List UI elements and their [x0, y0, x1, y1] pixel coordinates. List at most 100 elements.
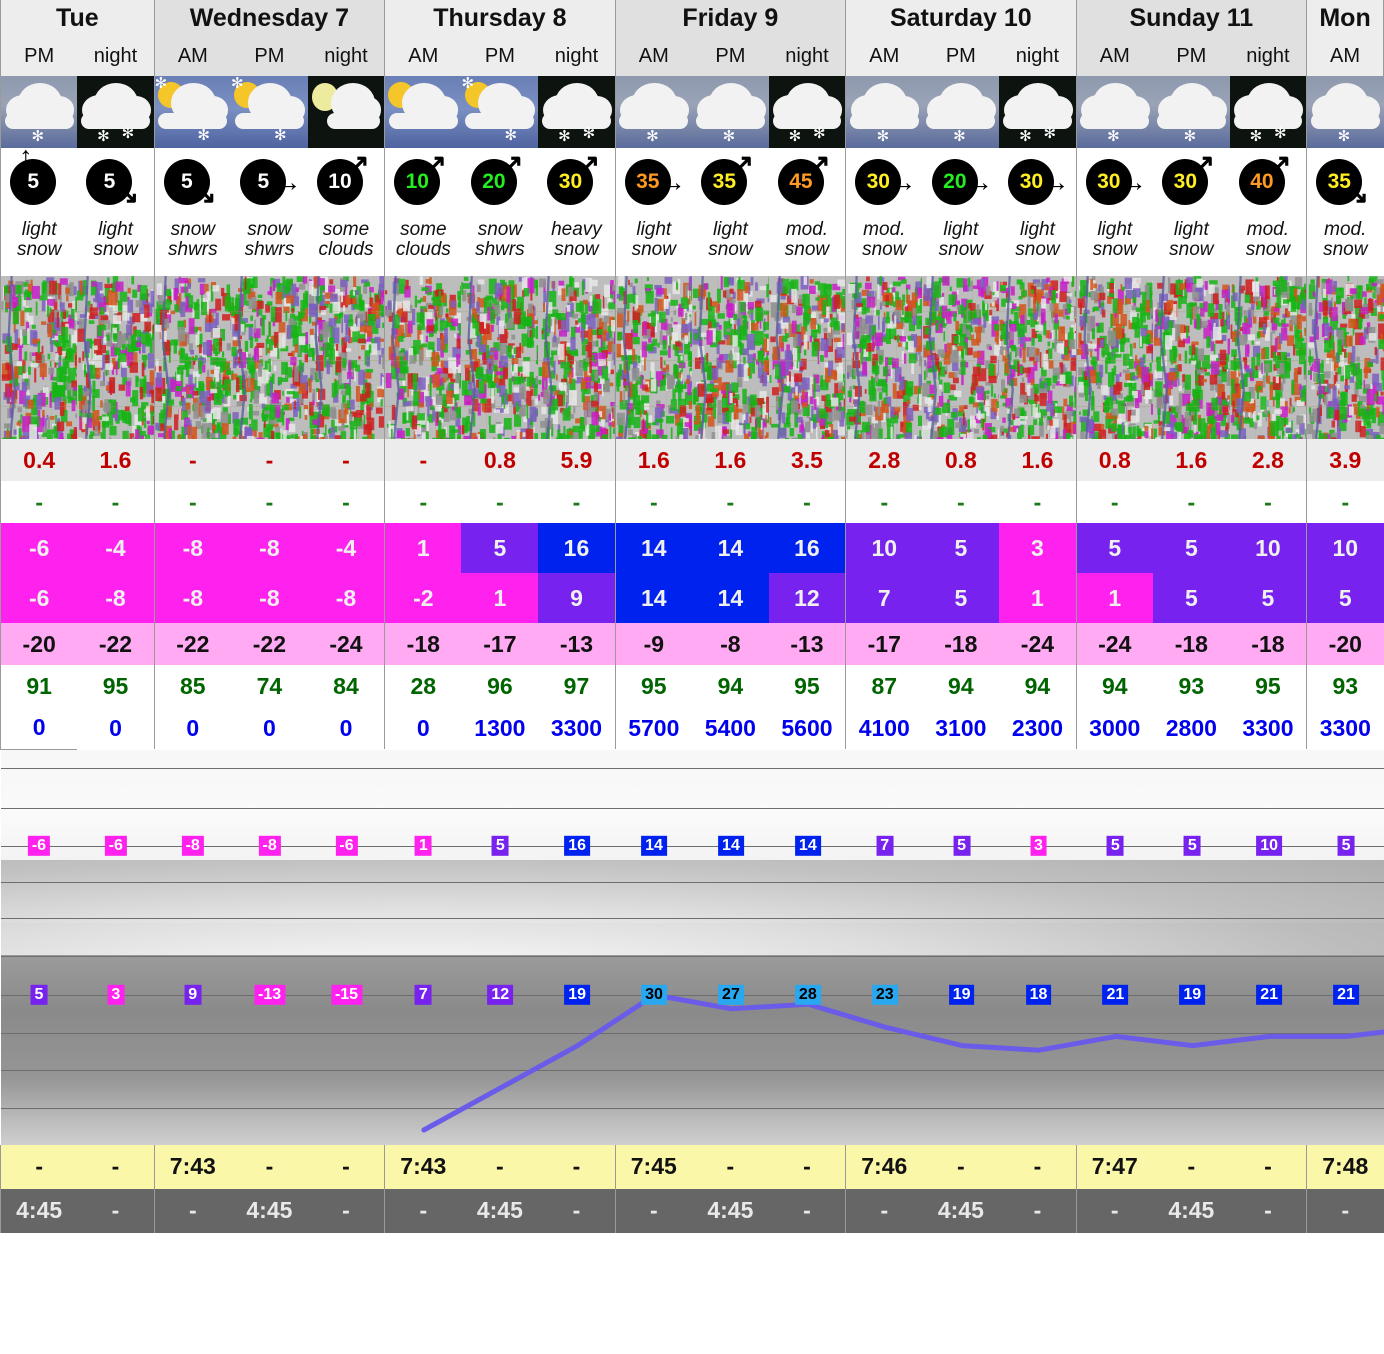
humidity-1: 95: [77, 665, 155, 707]
wind-cell-17: ↘35: [1306, 148, 1384, 220]
freezing-level-13: 2300: [999, 707, 1077, 749]
radar-map-image[interactable]: [385, 276, 462, 439]
radar-map-cell-16[interactable]: [1229, 276, 1307, 439]
radar-map-image[interactable]: [768, 276, 846, 439]
condition-line: mod.: [863, 219, 906, 240]
radar-map-image[interactable]: [461, 276, 539, 439]
cloud-shape: [1080, 113, 1150, 130]
radar-map-cell-5[interactable]: [384, 276, 462, 439]
wind-speed-value: 5: [163, 158, 210, 205]
condition-line: snow: [247, 219, 292, 240]
sunrise-time-1: -: [77, 1144, 155, 1189]
radar-map-image[interactable]: [1076, 276, 1153, 439]
cloudy-snow-night-icon: ✻ ✻: [768, 76, 846, 148]
radar-map-cell-13[interactable]: [999, 276, 1076, 439]
radar-map-cell-7[interactable]: [538, 276, 615, 439]
sunset-time-14: -: [1075, 1188, 1153, 1233]
radar-map-image[interactable]: [1152, 276, 1230, 439]
rain-amount-row: ------------------: [0, 481, 1384, 523]
freezing-level-12: 3100: [922, 707, 1000, 749]
freezing-level-8: 5700: [614, 707, 692, 749]
radar-map-cell-1[interactable]: [77, 276, 154, 439]
radar-map-cell-9[interactable]: [691, 276, 769, 439]
humidity-13: 94: [999, 665, 1077, 707]
wind-speed-value: 30: [1162, 158, 1209, 205]
windchill-17: -20: [1306, 623, 1384, 665]
radar-map-cell-6[interactable]: [461, 276, 539, 439]
cloudy-snow-night-icon: ✻ ✻: [538, 76, 615, 148]
condition-line: snow: [1245, 238, 1291, 260]
cloud-shape: [1233, 113, 1303, 130]
temperature-high: -6: [1, 523, 78, 573]
snowflake-icon: ✻: [876, 128, 890, 146]
radar-map-cell-15[interactable]: [1152, 276, 1230, 439]
radar-map-image[interactable]: [691, 276, 769, 439]
cloud-shape: [4, 113, 74, 130]
sunrise-time-7: -: [538, 1144, 616, 1189]
condition-line: snow: [938, 238, 984, 260]
humidity-6: 96: [461, 665, 539, 707]
radar-map-cell-14[interactable]: [1075, 276, 1153, 439]
sun-cloud-snow-icon: ✻ ✻: [154, 76, 231, 148]
radar-map-image[interactable]: [538, 276, 615, 439]
radar-map-image[interactable]: [307, 276, 385, 439]
cloud-shape: [158, 113, 228, 130]
humidity-11: 87: [845, 665, 923, 707]
radar-map-image[interactable]: [615, 276, 692, 439]
temperature-cell-4: -4 -8: [307, 523, 385, 623]
radar-map-image[interactable]: [77, 276, 154, 439]
weather-icon-cell-15: ✻: [1152, 76, 1230, 148]
radar-map-cell-12[interactable]: [922, 276, 1000, 439]
radar-map-image[interactable]: [922, 276, 1000, 439]
radar-map-image[interactable]: [154, 276, 231, 439]
temperature-low: 7: [846, 573, 923, 623]
snow-amount-17: 3.9: [1306, 439, 1384, 481]
radar-map-image[interactable]: [846, 276, 923, 439]
windchill-9: -8: [691, 623, 769, 665]
temperature-high: -4: [307, 523, 385, 573]
windchill-row: -20 -22 -22 -22 -24 -18 -17 -13 -9 -8 -13 -17 -18 -24…: [0, 623, 1384, 665]
radar-map-cell-11[interactable]: [845, 276, 923, 439]
wind-cell-5: ↗ 10: [384, 148, 462, 220]
period-header-9: PM: [691, 36, 769, 76]
sunrise-time-6: -: [461, 1144, 539, 1189]
sunset-time-15: 4:45: [1152, 1188, 1230, 1233]
radar-map-image[interactable]: [1229, 276, 1307, 439]
radar-map-cell-4[interactable]: [307, 276, 385, 439]
radar-map-image[interactable]: [1, 276, 78, 439]
wind-cell-13: → 30: [999, 148, 1077, 220]
period-header-5: AM: [384, 36, 462, 76]
radar-map-cell-0[interactable]: [0, 276, 78, 439]
lower-temp-label-14: 21: [1102, 984, 1129, 1005]
rain-amount-0: -: [0, 481, 78, 523]
period-header-8: AM: [614, 36, 692, 76]
condition-line: shwrs: [244, 238, 295, 260]
sunset-time-3: 4:45: [230, 1188, 308, 1233]
radar-map-cell-10[interactable]: [768, 276, 846, 439]
snow-amount-6: 0.8: [461, 439, 539, 481]
temperature-high: -4: [77, 523, 154, 573]
windchill-8: -9: [614, 623, 692, 665]
temperature-low: 5: [1307, 573, 1384, 623]
windchill-15: -18: [1152, 623, 1230, 665]
lower-temp-label-16: 21: [1256, 984, 1283, 1005]
wind-speed-value: 10: [394, 158, 441, 205]
upper-temp-label-11: 7: [876, 835, 894, 856]
radar-map-cell-3[interactable]: [230, 276, 308, 439]
humidity-16: 95: [1229, 665, 1307, 707]
radar-map-image[interactable]: [1307, 276, 1384, 439]
condition-line: light: [1097, 219, 1133, 240]
radar-map-image[interactable]: [230, 276, 308, 439]
radar-map-cell-8[interactable]: [614, 276, 692, 439]
radar-map-cell-17[interactable]: [1306, 276, 1384, 439]
radar-map-cell-2[interactable]: [153, 276, 231, 439]
cloud-shape: [1003, 113, 1072, 130]
temperature-high: 5: [461, 523, 539, 573]
sunset-time-1: -: [77, 1188, 155, 1233]
freezing-level-0: 0: [0, 707, 78, 749]
humidity-3: 74: [230, 665, 308, 707]
radar-map-image[interactable]: [999, 276, 1076, 439]
upper-temp-label-8: 14: [641, 835, 667, 856]
condition-line: heavy: [551, 219, 602, 240]
snow-amount-3: -: [230, 439, 308, 481]
